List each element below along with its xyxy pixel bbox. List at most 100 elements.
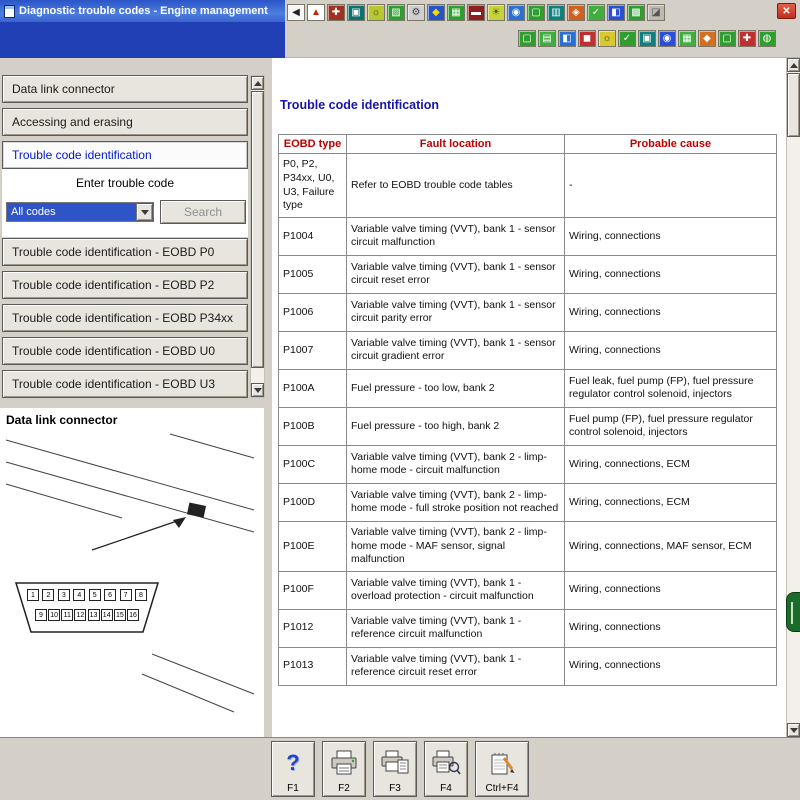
f3-print-selection-button[interactable]: F3: [373, 741, 417, 797]
blank-icon[interactable]: ◪: [647, 4, 665, 21]
cell-fault-location: Variable valve timing (VVT), bank 1 - re…: [347, 647, 565, 685]
f1-help-button[interactable]: ? F1: [271, 741, 315, 797]
report-icon[interactable]: ▤: [538, 30, 556, 47]
ctrl-f4-notes-button[interactable]: Ctrl+F4: [475, 741, 529, 797]
sidebar-item-data-link-connector[interactable]: Data link connector: [2, 75, 248, 103]
sidebar-item-label: Accessing and erasing: [12, 115, 133, 129]
cell-probable-cause: Wiring, connections: [565, 217, 777, 255]
pin-number: 8: [135, 589, 147, 601]
scroll-up-button[interactable]: [251, 76, 264, 90]
f4-print-preview-button[interactable]: F4: [424, 741, 468, 797]
scrollbar-thumb[interactable]: [787, 73, 800, 137]
partial-icon[interactable]: ◍: [758, 30, 776, 47]
cell-fault-location: Fuel pressure - too high, bank 2: [347, 407, 565, 445]
scroll-down-button[interactable]: [251, 383, 264, 397]
main-content: Trouble code identification EOBD type Fa…: [272, 58, 786, 737]
sidebar-scrollbar[interactable]: [250, 75, 265, 398]
f2-print-button[interactable]: F2: [322, 741, 366, 797]
cell-probable-cause: -: [565, 154, 777, 218]
column-header-fault-location: Fault location: [347, 135, 565, 154]
close-button[interactable]: ✕: [777, 3, 796, 19]
scroll-down-button[interactable]: [787, 723, 800, 737]
table-row: P100F Variable valve timing (VVT), bank …: [279, 571, 777, 609]
page-title: Trouble code identification: [280, 98, 439, 112]
cell-fault-location: Variable valve timing (VVT), bank 2 - li…: [347, 483, 565, 521]
cell-eobd-type: P100D: [279, 483, 347, 521]
nav-icon[interactable]: ◧: [607, 4, 625, 21]
search-button[interactable]: Search: [160, 200, 246, 224]
module-icon[interactable]: ▣: [347, 4, 365, 21]
display-icon[interactable]: ▢: [718, 30, 736, 47]
cell-probable-cause: Wiring, connections: [565, 609, 777, 647]
sidebar-item-trouble-code-identification[interactable]: Trouble code identification: [2, 141, 248, 169]
spray-icon[interactable]: ▨: [387, 4, 405, 21]
sidebar-item-accessing-erasing[interactable]: Accessing and erasing: [2, 108, 248, 136]
arrow-down-icon: [254, 388, 262, 393]
enter-trouble-code-label: Enter trouble code: [2, 169, 248, 190]
f4-label: F4: [440, 783, 452, 794]
globe-icon[interactable]: ◉: [507, 4, 525, 21]
cell-probable-cause: Wiring, connections: [565, 571, 777, 609]
cell-eobd-type: P100F: [279, 571, 347, 609]
pin-number: 1: [27, 589, 39, 601]
cell-fault-location: Variable valve timing (VVT), bank 1 - re…: [347, 609, 565, 647]
cell-eobd-type: P1012: [279, 609, 347, 647]
cell-probable-cause: Wiring, connections: [565, 255, 777, 293]
sidebar-item-eobd[interactable]: Trouble code identification - EOBD U0: [2, 337, 248, 365]
cell-eobd-type: P100C: [279, 445, 347, 483]
plus-icon[interactable]: ✚: [738, 30, 756, 47]
check-icon[interactable]: ✓: [587, 4, 605, 21]
f2-label: F2: [338, 783, 350, 794]
sidebar-item-eobd[interactable]: Trouble code identification - EOBD U3: [2, 370, 248, 398]
cell-probable-cause: Wiring, connections, ECM: [565, 483, 777, 521]
monitor-icon[interactable]: ▢: [527, 4, 545, 21]
main-scrollbar[interactable]: [786, 58, 800, 737]
lamp-icon[interactable]: ☼: [598, 30, 616, 47]
scroll-up-button[interactable]: [787, 58, 800, 72]
split-icon[interactable]: ◧: [558, 30, 576, 47]
table-icon[interactable]: ▦: [678, 30, 696, 47]
table-body: P0, P2, P34xx, U0, U3, Failure type Refe…: [279, 154, 777, 685]
manual-icon[interactable]: ◆: [427, 4, 445, 21]
cell-eobd-type: P1006: [279, 293, 347, 331]
window-titlebar: Diagnostic trouble codes - Engine manage…: [0, 0, 285, 22]
tools-icon[interactable]: ✚: [327, 4, 345, 21]
layers-icon[interactable]: ▩: [627, 4, 645, 21]
gem-icon[interactable]: ◆: [698, 30, 716, 47]
warning-icon[interactable]: ▲: [307, 4, 325, 21]
pin-number: 10: [48, 609, 60, 621]
enter-trouble-code-panel: Enter trouble code All codes Search: [2, 169, 248, 237]
pin-number: 3: [58, 589, 70, 601]
table-row: P100A Fuel pressure - too low, bank 2 Fu…: [279, 369, 777, 407]
printer-preview-icon: [431, 742, 461, 783]
grid-icon[interactable]: ▦: [447, 4, 465, 21]
component-icon[interactable]: ◈: [567, 4, 585, 21]
dropdown-button[interactable]: [136, 203, 153, 221]
book-icon[interactable]: ▬: [467, 4, 485, 21]
table-row: P1007 Variable valve timing (VVT), bank …: [279, 331, 777, 369]
gears-icon[interactable]: ⚙: [407, 4, 425, 21]
cell-eobd-type: P1005: [279, 255, 347, 293]
ok-icon[interactable]: ✓: [618, 30, 636, 47]
code-filter-dropdown[interactable]: All codes: [6, 202, 154, 222]
scrollbar-thumb[interactable]: [251, 91, 264, 368]
sidebar-item-eobd[interactable]: Trouble code identification - EOBD P0: [2, 238, 248, 266]
window-title: Diagnostic trouble codes - Engine manage…: [19, 5, 268, 17]
back-icon[interactable]: ◀: [287, 4, 305, 21]
chip-icon[interactable]: ▣: [638, 30, 656, 47]
side-slideout-tab[interactable]: [786, 592, 800, 632]
panel-icon[interactable]: ▥: [547, 4, 565, 21]
sidebar-item-eobd[interactable]: Trouble code identification - EOBD P2: [2, 271, 248, 299]
table-row: P0, P2, P34xx, U0, U3, Failure type Refe…: [279, 154, 777, 218]
stop-icon[interactable]: ◼: [578, 30, 596, 47]
world-icon[interactable]: ◉: [658, 30, 676, 47]
sun-icon[interactable]: ☀: [487, 4, 505, 21]
table-row: P100C Variable valve timing (VVT), bank …: [279, 445, 777, 483]
screen-icon[interactable]: ▢: [518, 30, 536, 47]
cell-fault-location: Variable valve timing (VVT), bank 1 - se…: [347, 293, 565, 331]
connector-panel-title: Data link connector: [0, 408, 264, 427]
sidebar-item-eobd[interactable]: Trouble code identification - EOBD P34xx: [2, 304, 248, 332]
cell-eobd-type: P1013: [279, 647, 347, 685]
trouble-code-table: EOBD type Fault location Probable cause …: [278, 134, 777, 686]
bulb-icon[interactable]: ☼: [367, 4, 385, 21]
